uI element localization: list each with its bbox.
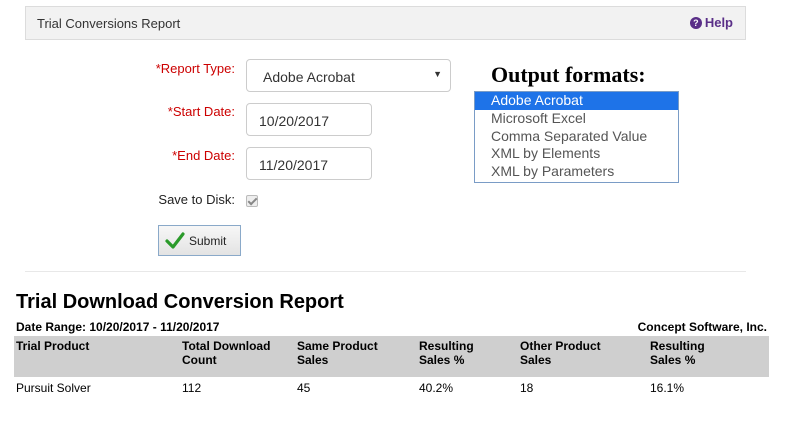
format-option[interactable]: Adobe Acrobat <box>475 92 678 110</box>
table-cell: 16.1% <box>650 381 685 395</box>
format-option[interactable]: Comma Separated Value <box>475 128 678 146</box>
column-header: Other Product Sales <box>520 339 601 367</box>
header-bar: Trial Conversions Report ? Help <box>25 6 746 40</box>
format-option[interactable]: Microsoft Excel <box>475 110 678 128</box>
save-to-disk-checkbox[interactable] <box>246 195 258 207</box>
start-date-label: *Start Date: <box>167 104 235 119</box>
table-cell: 112 <box>182 381 202 395</box>
end-date-input[interactable]: 11/20/2017 <box>246 147 372 180</box>
format-option[interactable]: XML by Elements <box>475 145 678 163</box>
start-date-input[interactable]: 10/20/2017 <box>246 103 372 136</box>
table-cell: Pursuit Solver <box>16 381 91 395</box>
format-option[interactable]: XML by Parameters <box>475 163 678 181</box>
column-header: Total Download Count <box>182 339 271 367</box>
end-date-label: *End Date: <box>172 148 235 163</box>
help-link[interactable]: ? Help <box>689 15 733 30</box>
end-date-value: 11/20/2017 <box>259 157 329 173</box>
column-header: Resulting Sales % <box>419 339 474 367</box>
output-formats-list[interactable]: Adobe Acrobat Microsoft Excel Comma Sepa… <box>474 91 679 183</box>
company-name: Concept Software, Inc. <box>637 320 767 334</box>
date-range: Date Range: 10/20/2017 - 11/20/2017 <box>16 320 220 334</box>
divider <box>25 271 746 272</box>
report-type-value: Adobe Acrobat <box>263 69 355 85</box>
submit-label: Submit <box>189 233 227 248</box>
start-date-value: 10/20/2017 <box>259 113 330 129</box>
column-header: Resulting Sales % <box>650 339 705 367</box>
caret-down-icon: ▼ <box>433 69 442 79</box>
submit-button[interactable]: Submit <box>158 225 241 256</box>
table-header: Trial Product Total Download Count Same P… <box>14 336 769 377</box>
output-formats-heading: Output formats: <box>491 62 646 87</box>
help-label: Help <box>704 15 733 30</box>
report-type-label: *Report Type: <box>155 61 235 76</box>
checkmark-icon <box>165 231 185 249</box>
save-to-disk-label: Save to Disk: <box>158 192 235 207</box>
table-cell: 18 <box>520 381 534 395</box>
column-header: Same Product Sales <box>297 339 378 367</box>
question-circle-icon: ? <box>689 16 702 29</box>
report-title: Trial Download Conversion Report <box>16 291 344 313</box>
page-title: Trial Conversions Report <box>37 16 181 31</box>
report-type-select[interactable]: Adobe Acrobat ▼ <box>246 59 451 92</box>
table-cell: 45 <box>297 381 311 395</box>
table-cell: 40.2% <box>419 381 454 395</box>
column-header: Trial Product <box>16 339 90 353</box>
